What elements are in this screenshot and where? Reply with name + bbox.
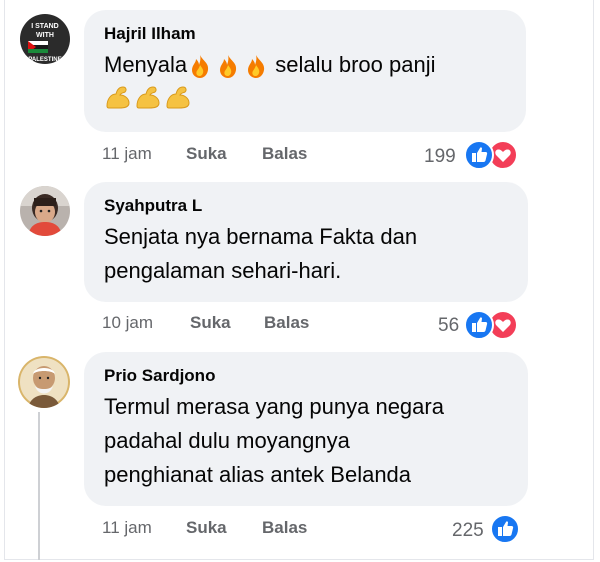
comment-time[interactable]: 11 jam — [102, 144, 152, 164]
comment-bubble: Hajril Ilham Menyala selalu broo panji — [84, 10, 526, 132]
reply-button[interactable]: Balas — [262, 144, 307, 164]
comment-author[interactable]: Prio Sardjono — [104, 366, 508, 386]
comment-text: Termul merasa yang punya negara padahal … — [104, 390, 508, 492]
fire-emoji — [192, 55, 209, 79]
muscle-emoji — [136, 86, 160, 109]
comment-text-line: pengalaman sehari-hari. — [104, 258, 342, 283]
avatar[interactable] — [20, 186, 70, 236]
reaction-count[interactable]: 199 — [424, 146, 456, 168]
like-button[interactable]: Suka — [190, 313, 231, 333]
like-button[interactable]: Suka — [186, 144, 227, 164]
like-reaction-icon — [464, 310, 494, 340]
reaction-count[interactable]: 225 — [452, 520, 484, 542]
reply-button[interactable]: Balas — [262, 518, 307, 538]
fire-emoji — [248, 55, 265, 79]
comment-text-start: Menyala — [104, 52, 188, 77]
comment-author[interactable]: Hajril Ilham — [104, 24, 506, 44]
comment-text-line: Termul merasa yang punya negara — [104, 394, 444, 419]
reaction-icons[interactable] — [464, 310, 524, 340]
like-reaction-icon — [490, 514, 520, 544]
reply-button[interactable]: Balas — [264, 313, 309, 333]
comment-author[interactable]: Syahputra L — [104, 196, 508, 216]
fire-emoji-group — [187, 53, 269, 79]
like-reaction-icon — [464, 140, 494, 170]
avatar-text-1: I STAND — [31, 23, 58, 30]
comment-bubble: Syahputra L Senjata nya bernama Fakta da… — [84, 182, 528, 302]
like-button[interactable]: Suka — [186, 518, 227, 538]
comment-time[interactable]: 11 jam — [102, 518, 152, 538]
reaction-count[interactable]: 56 — [438, 315, 459, 337]
reaction-icons[interactable] — [464, 140, 524, 170]
avatar[interactable] — [18, 356, 70, 408]
avatar[interactable]: I STAND WITH PALESTINE — [20, 14, 70, 64]
fire-emoji — [220, 55, 237, 79]
muscle-emoji-group — [104, 84, 506, 110]
muscle-emoji — [166, 86, 190, 109]
comment-bubble: Prio Sardjono Termul merasa yang punya n… — [84, 352, 528, 506]
avatar-text-2: WITH — [36, 32, 54, 39]
comment-text: Menyala selalu broo panji — [104, 48, 506, 110]
comment-text-line: penghianat alias antek Belanda — [104, 462, 412, 487]
comment-text-line: Senjata nya bernama Fakta dan — [104, 224, 418, 249]
comment-text-line: padahal dulu moyangnya — [104, 428, 350, 453]
comment-text: Senjata nya bernama Fakta dan pengalaman… — [104, 220, 508, 288]
comment-time[interactable]: 10 jam — [102, 313, 153, 333]
muscle-emoji — [106, 86, 130, 109]
reaction-icons[interactable] — [490, 514, 522, 544]
comment-text-end: selalu broo panji — [269, 52, 436, 77]
